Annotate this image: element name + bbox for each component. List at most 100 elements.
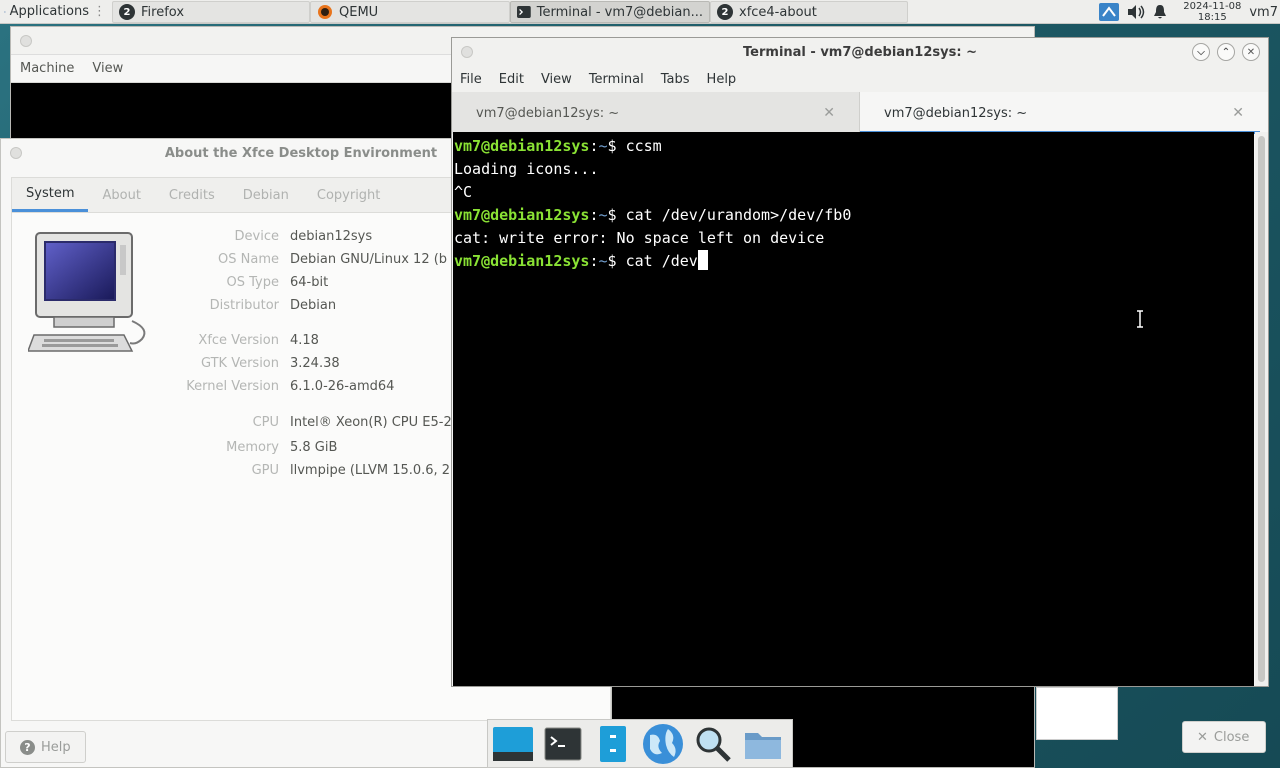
taskbar-label: xfce4-about [739,4,817,20]
terminal-tab-label: vm7@debian12sys: ~ [884,105,1028,121]
taskbar-label: Terminal - vm7@debian... [536,4,703,20]
info-label: Memory [226,440,279,455]
taskbar-label: QEMU [339,4,379,20]
qemu-menu-machine[interactable]: Machine [20,61,74,76]
menu-edit[interactable]: Edit [499,72,524,87]
prompt-command: cat /dev/urandom>/dev/fb0 [625,206,852,224]
about-close-button[interactable]: ✕ Close [1182,721,1266,753]
dock-folder[interactable] [741,722,785,766]
notification-bell-icon[interactable] [1153,4,1167,20]
terminal-titlebar[interactable]: Terminal - vm7@debian12sys: ~ ⌵ ⌃ ✕ [452,38,1268,66]
tab-credits[interactable]: Credits [155,178,229,212]
prompt-colon: : [589,137,599,155]
info-label: Xfce Version [198,333,279,348]
dock-web-browser[interactable] [641,722,685,766]
about-window-menu-icon[interactable] [10,147,22,159]
close-icon: ✕ [1246,46,1256,58]
dock-app-finder[interactable] [691,722,735,766]
info-value: llvmpipe (LLVM 15.0.6, 2 [290,463,451,478]
prompt-path: ~ [598,137,608,155]
dock-file-manager[interactable] [591,722,635,766]
about-window-title: About the Xfce Desktop Environment [164,145,438,161]
info-label: CPU [252,415,279,430]
minimize-button[interactable]: ⌵ [1192,43,1210,61]
terminal-output-line: ^C [454,181,1254,204]
terminal-cursor [697,250,708,270]
info-label: GTK Version [200,356,279,371]
background-panel [1036,687,1118,740]
taskbar-firefox[interactable]: 2 Firefox [112,1,310,23]
qemu-icon [318,5,332,19]
app-finder-icon [696,727,731,762]
menu-view[interactable]: View [541,72,572,87]
clock-date: 2024-11-08 [1183,1,1242,12]
prompt-path: ~ [598,206,608,224]
maximize-button[interactable]: ⌃ [1217,43,1235,61]
close-tab-icon[interactable]: ✕ [1232,105,1244,121]
info-label: OS Name [218,252,279,267]
info-value: Intel® Xeon(R) CPU E5-2 [290,415,452,430]
tab-debian[interactable]: Debian [229,178,303,212]
menu-tabs[interactable]: Tabs [661,72,690,87]
show-desktop-icon [493,726,533,761]
tab-about[interactable]: About [88,178,154,212]
clock[interactable]: 2024-11-08 18:15 [1183,1,1241,23]
terminal-tab-2[interactable]: vm7@debian12sys: ~ ✕ [860,92,1268,134]
menu-separator-icon: ⋮ [93,4,106,19]
prompt-dollar: $ [607,137,626,155]
terminal-window-menu-icon[interactable] [461,46,473,58]
tab-system[interactable]: System [12,178,89,212]
menu-file[interactable]: File [460,72,482,87]
applications-label: Applications [9,4,89,19]
applications-menu[interactable]: Applications ⋮ [0,0,110,24]
top-panel: Applications ⋮ 2 Firefox QEMU Terminal -… [0,0,1280,24]
taskbar-terminal[interactable]: Terminal - vm7@debian... [510,1,710,23]
dock-show-desktop[interactable] [491,722,535,766]
info-label: GPU [251,463,279,478]
terminal-icon [517,5,531,19]
output-text: cat: write error: No space left on devic… [454,229,825,247]
tab-copyright[interactable]: Copyright [303,178,395,212]
terminal-screen[interactable]: vm7@debian12sys:~$ ccsm Loading icons... ^… [453,132,1254,686]
help-button[interactable]: ? Help [5,731,86,763]
info-label: Device [234,229,279,244]
info-value: debian12sys [290,229,373,244]
close-tab-icon[interactable]: ✕ [823,105,835,121]
terminal-prompt-line: vm7@debian12sys:~$ cat /dev/urandom>/dev… [454,204,1254,227]
firefox-badge: 2 [119,4,135,20]
user-menu[interactable]: vm7 [1249,5,1278,20]
prompt-user: vm7@debian12sys [454,252,590,270]
taskbar-qemu[interactable]: QEMU [310,1,510,23]
qemu-window-menu-icon[interactable] [20,35,32,47]
volume-icon[interactable] [1127,4,1145,20]
bottom-dock [487,719,793,768]
menu-help[interactable]: Help [707,72,737,87]
terminal-scrollbar[interactable] [1255,132,1268,686]
prompt-dollar: $ [607,252,626,270]
taskbar-xfce4-about[interactable]: 2 xfce4-about [710,1,908,23]
info-value: Debian GNU/Linux 12 (b [290,252,448,267]
scrollbar-thumb[interactable] [1258,136,1265,682]
info-value: 3.24.38 [290,356,340,371]
close-window-button[interactable]: ✕ [1242,43,1260,61]
terminal-menubar: File Edit View Terminal Tabs Help [452,66,1268,92]
terminal-tab-1[interactable]: vm7@debian12sys: ~ ✕ [452,92,860,134]
terminal-window-title: Terminal - vm7@debian12sys: ~ [743,44,977,60]
qemu-menu-view[interactable]: View [92,61,123,76]
web-browser-icon [643,723,683,764]
terminal-tab-bar: vm7@debian12sys: ~ ✕ vm7@debian12sys: ~ … [452,92,1268,134]
info-label: Kernel Version [186,379,279,394]
terminal-window: Terminal - vm7@debian12sys: ~ ⌵ ⌃ ✕ File… [451,37,1269,687]
info-value: 64-bit [290,275,329,290]
network-icon[interactable] [1099,3,1120,21]
text-cursor-icon [1137,310,1143,328]
taskbar-label: Firefox [141,4,185,20]
menu-terminal[interactable]: Terminal [589,72,644,87]
output-text: Loading icons... [454,160,599,178]
prompt-command: cat /dev [625,252,698,270]
terminal-output-line: cat: write error: No space left on devic… [454,227,1254,250]
dock-terminal[interactable] [541,722,585,766]
terminal-prompt-line: vm7@debian12sys:~$ cat /dev [454,250,1254,273]
info-value: 6.1.0-26-amd64 [290,379,395,394]
prompt-user: vm7@debian12sys [454,137,590,155]
